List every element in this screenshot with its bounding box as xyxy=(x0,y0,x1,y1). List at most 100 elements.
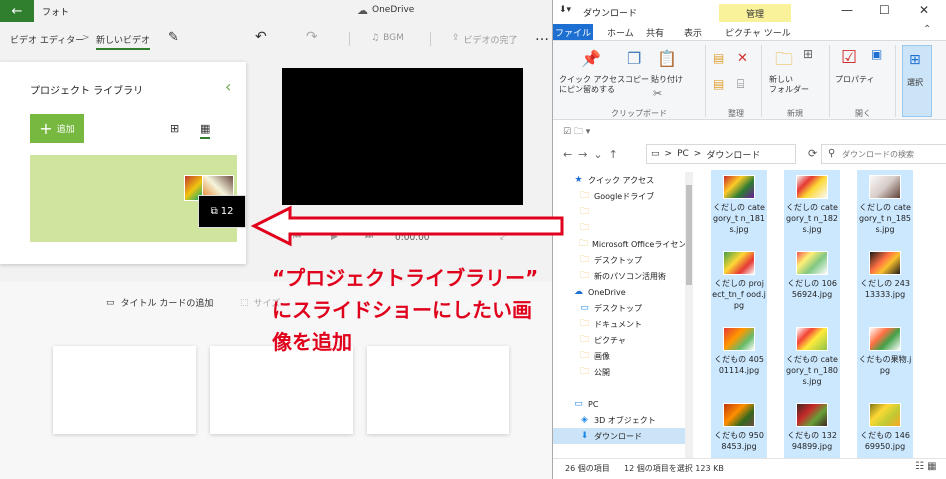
file-name: くだしの project_tn_f ood.jpg xyxy=(712,279,766,310)
pc-icon: ▭ xyxy=(651,149,660,159)
close-icon[interactable]: ✕ xyxy=(919,3,929,17)
arrow-left-icon: ← xyxy=(11,3,23,19)
copy-to-icon[interactable]: ▤ xyxy=(713,77,724,91)
title-card-icon: ▭ xyxy=(106,297,115,308)
copy-icon[interactable]: ❐ xyxy=(627,49,641,68)
onedrive-label: OneDrive xyxy=(372,5,415,15)
grid-small-icon[interactable]: ▦ xyxy=(200,122,211,139)
file-item[interactable]: くだもの 9508453.jpg xyxy=(711,398,767,458)
nav-item[interactable]: 🗀 デスクトップ xyxy=(553,252,693,268)
pin-icon[interactable]: 📌 xyxy=(581,49,601,68)
file-item[interactable]: くだもの 14669950.jpg xyxy=(857,398,913,458)
file-name: くだしの 10656924.jpg xyxy=(787,279,837,299)
ribbon-divider xyxy=(829,45,830,117)
file-item[interactable]: くだしの category_t n_182s.jpg xyxy=(784,170,840,258)
back-button[interactable]: ← xyxy=(0,0,34,22)
view-toggle-icon[interactable]: ☷ ▦ xyxy=(915,461,937,472)
breadcrumb-video-editor[interactable]: ビデオ エディター xyxy=(10,33,84,46)
address-input[interactable]: ▭ > PC > ダウンロード xyxy=(646,144,796,164)
file-item[interactable]: くだしの category_t n_181s.jpg xyxy=(711,170,767,258)
breadcrumb-new-video[interactable]: 新しいビデオ xyxy=(96,33,151,50)
bgm-button[interactable]: ♫ BGM xyxy=(371,33,404,43)
nav-item[interactable]: 🗀 xyxy=(553,220,693,236)
refresh-icon[interactable]: ⟳ xyxy=(808,147,817,160)
chevron-left-icon[interactable]: ‹ xyxy=(225,77,231,96)
nav-item[interactable]: 🗀 ドキュメント xyxy=(553,316,693,332)
navigation-arrows-icon[interactable]: ←→⌄↑ xyxy=(563,148,624,161)
file-name: くだもの 40501114.jpg xyxy=(714,355,764,375)
file-item[interactable]: くだしの category_t n_185s.jpg xyxy=(857,170,913,258)
file-item[interactable]: くだもの 40501114.jpg xyxy=(711,322,767,410)
undo-icon[interactable]: ↶ xyxy=(255,29,267,45)
file-thumbnail xyxy=(723,175,755,199)
chevron-up-icon[interactable]: ⌃ xyxy=(923,24,931,35)
more-icon[interactable]: … xyxy=(535,28,549,44)
address-pc: PC xyxy=(677,149,689,159)
redo-icon[interactable]: ↷ xyxy=(306,29,318,45)
file-item[interactable]: くだもの category_t n_180s.jpg xyxy=(784,322,840,410)
nav-item[interactable]: ▭ PC xyxy=(553,396,693,412)
nav-item[interactable]: ◈ 3D オブジェクト xyxy=(553,412,693,428)
nav-item[interactable]: 🗀 新のパソコン活用術 xyxy=(553,268,693,284)
add-title-card-button[interactable]: ▭ タイトル カードの追加 xyxy=(106,296,213,310)
breadcrumb-separator: > xyxy=(82,33,90,43)
tab-home[interactable]: ホーム xyxy=(607,26,634,39)
tab-view[interactable]: 表示 xyxy=(684,26,702,39)
new-folder-icon[interactable]: 🗀 xyxy=(775,47,793,77)
file-item[interactable]: くだもの 13294899.jpg xyxy=(784,398,840,458)
move-to-icon[interactable]: ▤ xyxy=(713,51,724,65)
cloud-icon: ☁ xyxy=(357,3,368,17)
storyboard-card[interactable] xyxy=(210,346,353,434)
maximize-icon[interactable]: ☐ xyxy=(879,3,890,17)
properties-label: プロパティ xyxy=(835,75,875,84)
minimize-icon[interactable]: — xyxy=(841,3,853,17)
open-icon[interactable]: ▣ xyxy=(871,47,882,61)
nav-item[interactable]: ★ クイック アクセス xyxy=(553,172,693,188)
search-input[interactable]: ⚲ ダウンロードの検索 xyxy=(821,144,946,164)
file-thumbnail xyxy=(723,403,755,427)
tab-share[interactable]: 共有 xyxy=(646,26,664,39)
file-thumbnail xyxy=(869,403,901,427)
nav-item[interactable]: ⬇ ダウンロード xyxy=(553,428,693,444)
tab-file[interactable]: ファイル xyxy=(553,24,593,40)
grid-large-icon[interactable]: ⊞ xyxy=(170,122,179,135)
scissors-icon[interactable]: ✂ xyxy=(653,87,662,100)
file-name: くだしの 24313333.jpg xyxy=(860,279,910,299)
finish-video-button[interactable]: ⇪ ビデオの完了 xyxy=(452,33,518,46)
delete-icon[interactable]: ✕ xyxy=(737,51,748,66)
file-item[interactable]: くだもの果物.jpg xyxy=(857,322,913,410)
onedrive-status[interactable]: ☁ OneDrive xyxy=(357,3,415,17)
quick-access-toolbar[interactable]: ☑ 🗀 ▾ xyxy=(563,124,590,140)
nav-item[interactable] xyxy=(553,380,693,396)
photos-title-bar: ← フォト ☁ OneDrive xyxy=(0,0,552,22)
nav-item[interactable]: 🗀 Googleドライブ xyxy=(553,188,693,204)
nav-item[interactable]: 🗀 Microsoft Officeライセンス xyxy=(553,236,693,252)
new-item-icon[interactable]: ⊞ xyxy=(803,47,813,61)
video-preview[interactable] xyxy=(282,68,523,205)
nav-scrollbar-thumb[interactable] xyxy=(686,185,692,285)
export-icon: ⇪ xyxy=(452,33,460,43)
nav-item[interactable]: ▭ デスクトップ xyxy=(553,300,693,316)
drag-count: 12 xyxy=(220,206,234,217)
nav-item[interactable]: 🗀 ピクチャ xyxy=(553,332,693,348)
tab-picture-tools[interactable]: ピクチャ ツール xyxy=(725,26,791,39)
file-item[interactable]: くだしの project_tn_f ood.jpg xyxy=(711,246,767,334)
add-button[interactable]: + 追加 xyxy=(30,114,84,143)
nav-item[interactable]: 🗀 公開 xyxy=(553,364,693,380)
manage-tab[interactable]: 管理 xyxy=(719,4,791,22)
rename-icon[interactable]: ⌸ xyxy=(737,77,744,92)
file-explorer-window: ⬇▾ ダウンロード 管理 — ☐ ✕ ファイル ホーム 共有 表示 ピクチャ ツ… xyxy=(552,0,946,479)
file-item[interactable]: くだしの 24313333.jpg xyxy=(857,246,913,334)
nav-item[interactable]: 🗀 画像 xyxy=(553,348,693,364)
nav-item[interactable]: ☁ OneDrive xyxy=(553,284,693,300)
properties-icon[interactable]: ☑ xyxy=(841,47,857,68)
nav-item[interactable]: 🗀 xyxy=(553,204,693,220)
storyboard-card[interactable] xyxy=(367,346,509,434)
selection-button[interactable]: ⊞ 選択 xyxy=(902,45,932,117)
pencil-icon[interactable]: ✎ xyxy=(168,30,179,45)
storyboard-card[interactable] xyxy=(53,346,196,434)
ribbon-divider xyxy=(705,45,706,117)
file-item[interactable]: くだしの 10656924.jpg xyxy=(784,246,840,334)
paste-icon[interactable]: 📋 xyxy=(657,49,677,68)
ribbon-divider xyxy=(895,45,896,117)
